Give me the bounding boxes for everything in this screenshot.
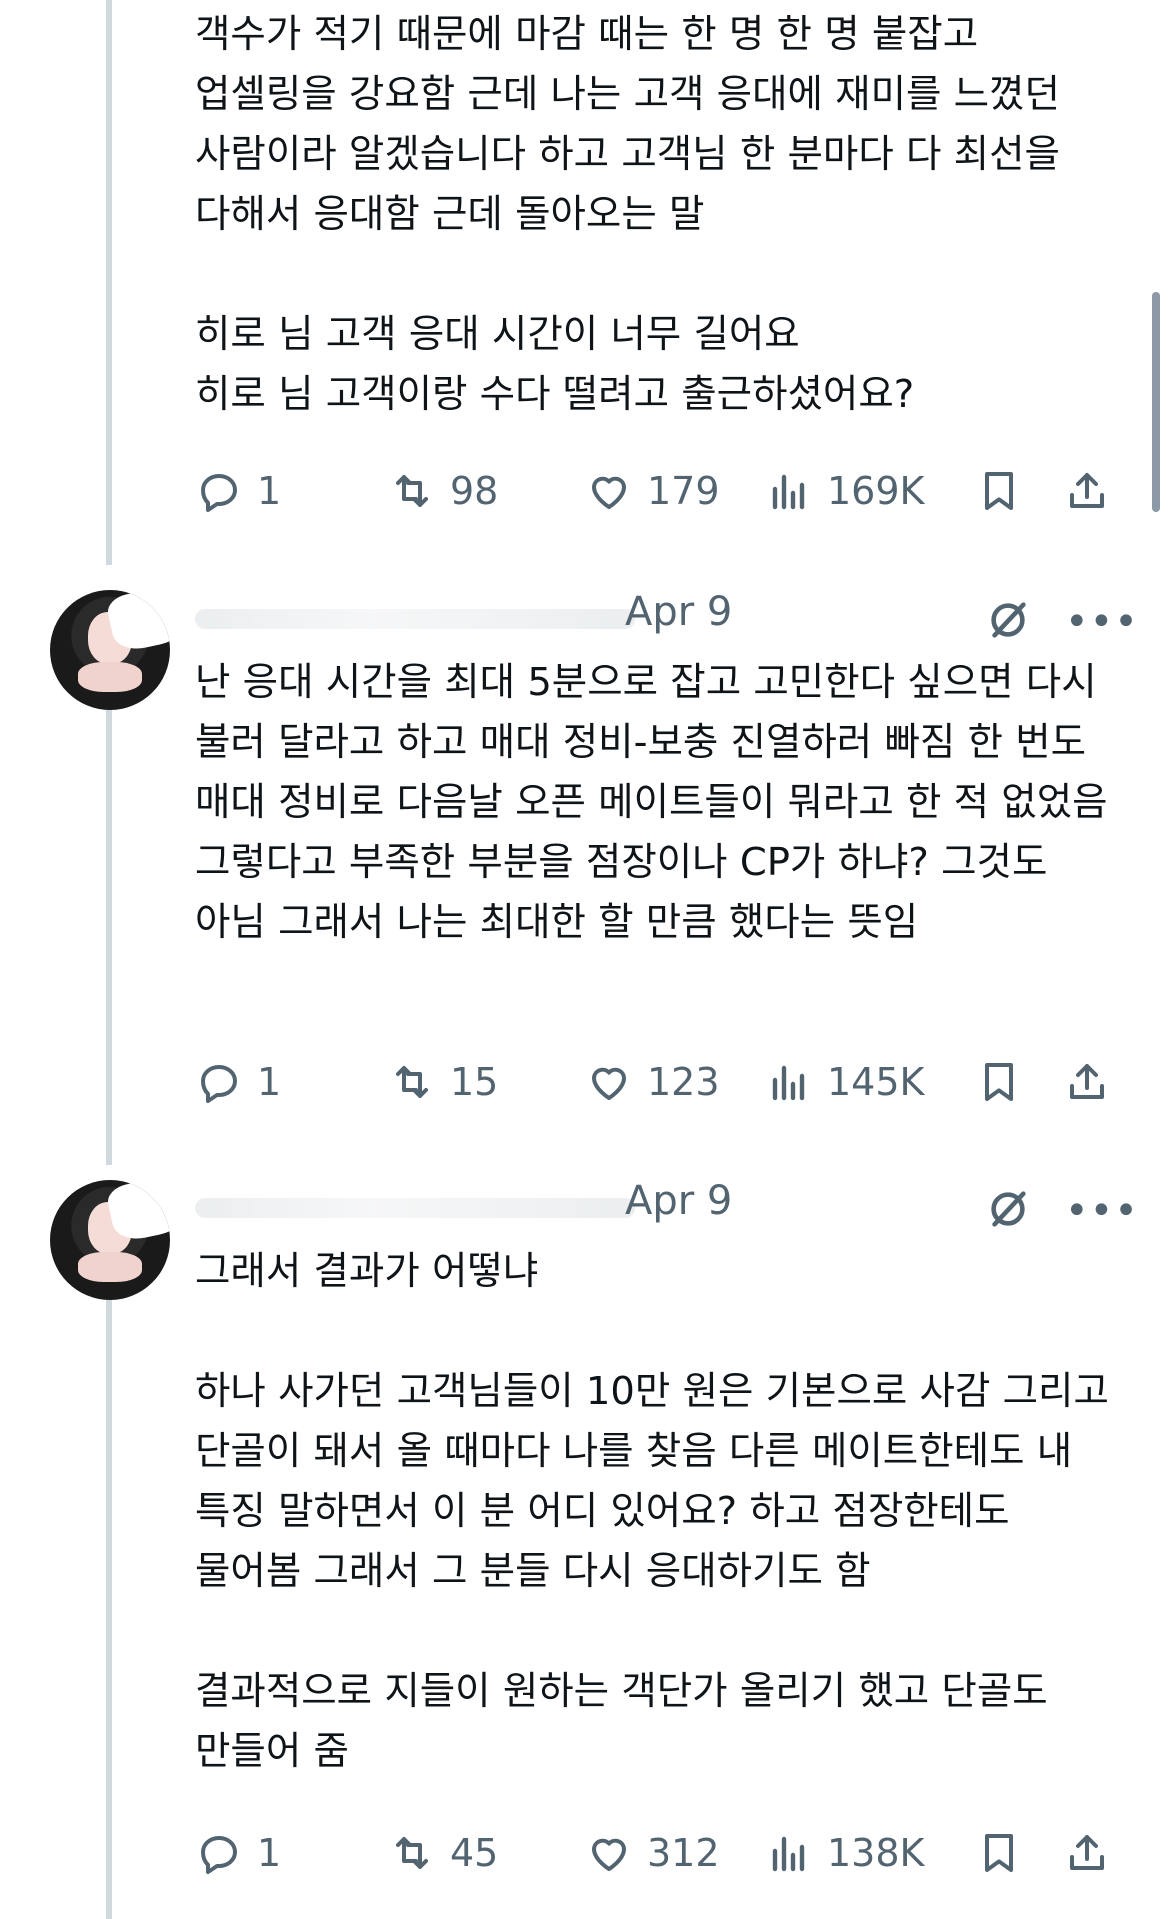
repost-count: 15 [450, 1060, 499, 1104]
like-count: 179 [647, 469, 720, 513]
bookmark-icon [985, 1834, 1013, 1872]
like-button[interactable]: 123 [585, 1052, 720, 1112]
views-count: 145K [827, 1060, 925, 1104]
tweet-text: 객수가 적기 때문에 마감 때는 한 명 한 명 붙잡고 업셀링을 강요함 근데… [195, 12, 1060, 417]
like-count: 123 [647, 1060, 720, 1104]
scrollbar[interactable] [1152, 292, 1160, 512]
tweet-actions: 1 98 179 169K [195, 461, 1125, 521]
share-icon [1070, 1835, 1104, 1870]
reply-icon [201, 1065, 237, 1103]
thread-line [106, 705, 112, 1165]
views-icon [772, 1836, 805, 1872]
reply-count: 1 [257, 469, 282, 513]
reply-count: 1 [257, 1831, 282, 1875]
bookmark-icon [985, 1063, 1013, 1101]
share-button[interactable] [1063, 461, 1111, 521]
like-button[interactable]: 312 [585, 1823, 720, 1883]
grok-icon[interactable] [985, 597, 1031, 643]
bookmark-button[interactable] [975, 461, 1023, 521]
share-button[interactable] [1063, 1052, 1111, 1112]
views-icon [772, 474, 805, 510]
repost-button[interactable]: 45 [388, 1823, 498, 1883]
more-icon[interactable]: ••• [1065, 1188, 1139, 1234]
thread-line [106, 0, 112, 565]
views-icon [772, 1065, 805, 1101]
reply-icon [201, 474, 237, 512]
repost-count: 98 [450, 469, 499, 513]
repost-button[interactable]: 15 [388, 1052, 498, 1112]
repost-icon [396, 475, 428, 507]
like-count: 312 [647, 1831, 720, 1875]
bookmark-button[interactable] [975, 1823, 1023, 1883]
repost-icon [396, 1066, 428, 1098]
tweet-text: 그래서 결과가 어떻냐 하나 사가던 고객님들이 10만 원은 기본으로 사감 … [195, 1249, 1109, 1774]
author-name[interactable] [195, 609, 635, 629]
reply-icon [201, 1836, 237, 1874]
share-icon [1070, 473, 1104, 508]
reply-button[interactable]: 1 [195, 1823, 281, 1883]
tweet-actions: 1 15 123 145K [195, 1052, 1125, 1112]
more-icon[interactable]: ••• [1065, 599, 1139, 645]
heart-icon [592, 476, 626, 509]
tweet-date[interactable]: Apr 9 [625, 589, 732, 635]
avatar[interactable] [50, 1180, 170, 1300]
repost-button[interactable]: 98 [388, 461, 498, 521]
tweet-header: Apr 9 ••• [195, 1178, 1138, 1234]
tweet-date[interactable]: Apr 9 [625, 1178, 732, 1224]
tweet-text: 난 응대 시간을 최대 5분으로 잡고 고민한다 싶으면 다시 불러 달라고 하… [195, 660, 1120, 945]
reply-button[interactable]: 1 [195, 461, 281, 521]
views-count: 169K [827, 469, 925, 513]
views-button[interactable]: 138K [765, 1823, 924, 1883]
thread-line [106, 1295, 112, 1919]
heart-icon [592, 1067, 626, 1100]
views-count: 138K [827, 1831, 925, 1875]
views-button[interactable]: 145K [765, 1052, 924, 1112]
bookmark-button[interactable] [975, 1052, 1023, 1112]
bookmark-icon [985, 472, 1013, 510]
share-button[interactable] [1063, 1823, 1111, 1883]
repost-count: 45 [450, 1831, 499, 1875]
reply-button[interactable]: 1 [195, 1052, 281, 1112]
avatar[interactable] [50, 590, 170, 710]
repost-icon [396, 1837, 428, 1869]
heart-icon [592, 1838, 626, 1871]
like-button[interactable]: 179 [585, 461, 720, 521]
views-button[interactable]: 169K [765, 461, 924, 521]
tweet-actions: 1 45 312 138K [195, 1823, 1125, 1883]
reply-count: 1 [257, 1060, 282, 1104]
author-name[interactable] [195, 1198, 635, 1218]
tweet-header: Apr 9 ••• [195, 589, 1138, 645]
share-icon [1070, 1064, 1104, 1099]
grok-icon[interactable] [985, 1186, 1031, 1232]
